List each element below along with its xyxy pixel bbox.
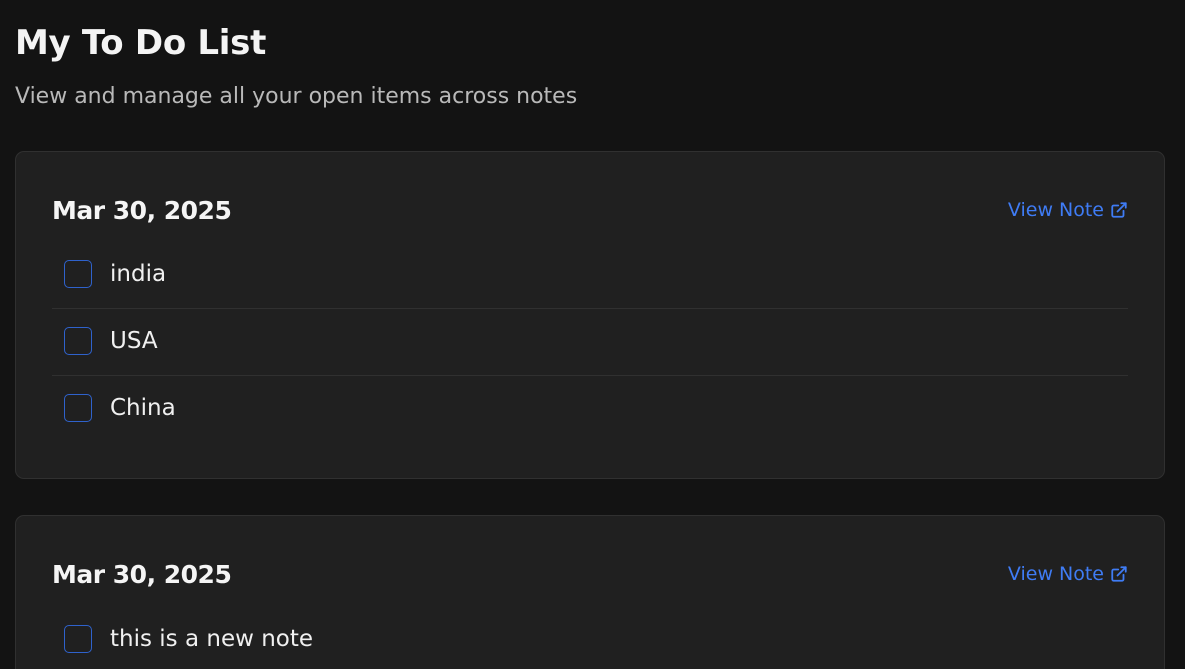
view-note-label: View Note <box>1007 199 1104 221</box>
todo-item-text: China <box>110 394 176 421</box>
todo-item: india <box>52 257 1128 290</box>
view-note-link[interactable]: View Note <box>1008 563 1128 585</box>
todo-page: My To Do List View and manage all your o… <box>0 0 1185 669</box>
note-date: Mar 30, 2025 <box>52 559 232 589</box>
external-link-icon <box>1111 566 1127 582</box>
page-subtitle: View and manage all your open items acro… <box>15 84 578 109</box>
note-card-header: Mar 30, 2025 View Note <box>52 193 1128 227</box>
todo-divider <box>52 308 1128 309</box>
view-note-link[interactable]: View Note <box>1008 199 1128 221</box>
todo-checkbox[interactable] <box>64 393 92 422</box>
note-card-header: Mar 30, 2025 View Note <box>52 557 1128 591</box>
note-date: Mar 30, 2025 <box>52 195 232 225</box>
todo-checkbox[interactable] <box>64 326 92 355</box>
page-title: My To Do List <box>15 23 267 63</box>
todo-item: this is a new note <box>52 622 1128 655</box>
note-card: Mar 30, 2025 View Note this is a new not… <box>15 515 1165 669</box>
todo-item: China <box>52 391 1128 424</box>
todo-item-text: USA <box>110 327 158 354</box>
todo-item-text: this is a new note <box>110 625 314 652</box>
todo-checkbox[interactable] <box>64 624 92 653</box>
todo-item-text: india <box>110 260 167 287</box>
todo-checkbox[interactable] <box>64 259 92 288</box>
external-link-icon <box>1111 202 1127 218</box>
todo-divider <box>52 375 1128 376</box>
note-card: Mar 30, 2025 View Note india USA China <box>15 151 1165 479</box>
view-note-label: View Note <box>1007 563 1104 585</box>
todo-item: USA <box>52 324 1128 357</box>
